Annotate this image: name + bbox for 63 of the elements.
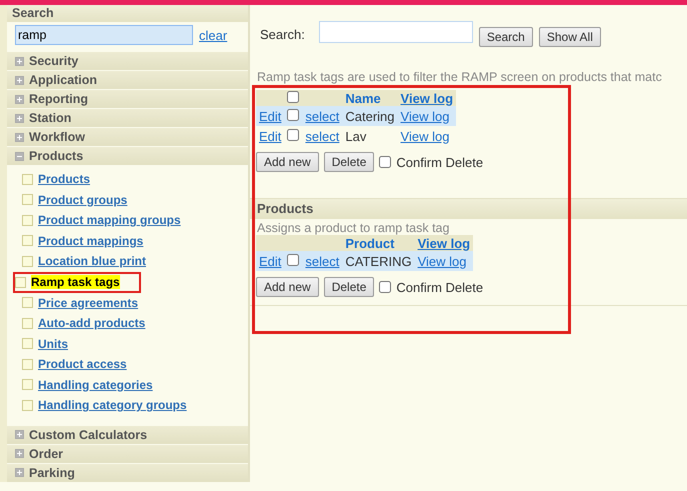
delete-button[interactable]: Delete bbox=[324, 277, 374, 297]
delete-button[interactable]: Delete bbox=[324, 152, 374, 172]
menu-group[interactable]: Products bbox=[7, 146, 248, 165]
menu-group[interactable]: Station bbox=[7, 108, 248, 127]
clear-link[interactable]: clear bbox=[199, 28, 228, 42]
menu-link[interactable]: Handling category groups bbox=[38, 398, 187, 412]
bullet-icon bbox=[22, 297, 33, 308]
menu-group[interactable]: Order bbox=[7, 444, 248, 462]
select-link[interactable]: select bbox=[305, 128, 340, 144]
table-cell: Catering bbox=[342, 106, 398, 126]
menu-link[interactable]: Auto-add products bbox=[38, 316, 146, 330]
bullet-icon bbox=[22, 379, 33, 390]
add-new-button[interactable]: Add new bbox=[256, 277, 319, 297]
confirm-checkbox[interactable] bbox=[379, 156, 392, 168]
bullet-icon bbox=[22, 194, 33, 206]
menu-group[interactable]: Workflow bbox=[7, 127, 248, 146]
confirm-label: Confirm Delete bbox=[396, 280, 484, 294]
menu-group[interactable]: Security bbox=[7, 51, 248, 70]
bullet-icon bbox=[15, 276, 26, 288]
bullet-icon bbox=[22, 338, 33, 350]
confirm-label: Confirm Delete bbox=[396, 154, 484, 170]
menu-link[interactable]: Product groups bbox=[38, 192, 128, 207]
view-log-link[interactable]: View log bbox=[400, 128, 450, 144]
search-label: Search: bbox=[260, 26, 305, 42]
show-all-button[interactable]: Show All bbox=[538, 27, 601, 47]
menu-link[interactable]: Products bbox=[38, 172, 90, 186]
menu-link[interactable]: Product access bbox=[38, 357, 127, 372]
bullet-icon bbox=[22, 214, 33, 226]
search-button[interactable]: Search bbox=[478, 27, 533, 47]
menu-group[interactable]: Application bbox=[7, 70, 248, 89]
confirm-checkbox[interactable] bbox=[379, 281, 392, 293]
bullet-icon bbox=[22, 235, 33, 246]
bullet-icon bbox=[22, 400, 33, 411]
bullet-icon bbox=[22, 174, 33, 185]
menu-link[interactable]: Product mapping groups bbox=[38, 213, 181, 228]
menu-link[interactable]: Ramp task tags bbox=[31, 275, 120, 289]
menu-group[interactable]: Custom Calculators bbox=[7, 424, 248, 444]
menu-link[interactable]: Location blue print bbox=[38, 254, 146, 268]
sidebar-heading: Search bbox=[7, 5, 248, 22]
search-field[interactable] bbox=[318, 21, 473, 43]
menu-link[interactable]: Units bbox=[38, 336, 68, 351]
select-all-checkbox[interactable] bbox=[287, 90, 300, 102]
table-cell: CATERING bbox=[342, 251, 415, 271]
menu-link[interactable]: Price agreements bbox=[38, 296, 138, 310]
row-checkbox[interactable] bbox=[287, 128, 300, 140]
menu-link[interactable]: Product mappings bbox=[38, 234, 144, 248]
description-text: Ramp task tags are used to filter the RAMP screen on products that matc bbox=[256, 70, 663, 84]
column-header: Product bbox=[342, 235, 415, 251]
menu-link[interactable]: Handling categories bbox=[38, 378, 153, 392]
row-checkbox[interactable] bbox=[287, 254, 300, 266]
table-cell: Lav bbox=[342, 126, 398, 146]
section-heading: Products bbox=[250, 198, 687, 219]
bullet-icon bbox=[22, 358, 33, 370]
edit-link[interactable]: Edit bbox=[259, 128, 282, 144]
row-checkbox[interactable] bbox=[287, 108, 300, 120]
column-header: Name bbox=[342, 90, 398, 106]
bullet-icon bbox=[22, 318, 33, 329]
menu-group[interactable]: Parking bbox=[7, 462, 248, 482]
menu-group[interactable]: Reporting bbox=[7, 89, 248, 108]
search-field[interactable]: ramp bbox=[15, 25, 193, 45]
description-text: Assigns a product to ramp task tag bbox=[256, 221, 450, 235]
bullet-icon bbox=[22, 256, 33, 267]
add-new-button[interactable]: Add new bbox=[256, 152, 319, 172]
